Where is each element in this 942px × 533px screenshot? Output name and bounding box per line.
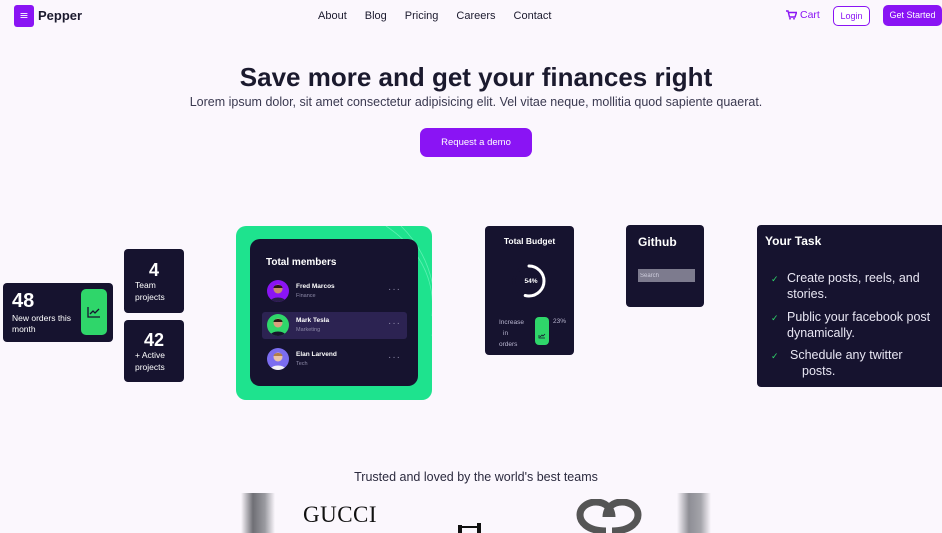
active-projects-label-1: + Active [135,350,166,360]
new-orders-card: 48 New orders this month [3,283,113,342]
members-card-frame: Total members Fred Marcos Finance ··· Ma… [236,226,432,400]
check-icon: ✓ [771,314,779,324]
github-search-input[interactable] [638,269,695,282]
menu-icon[interactable]: ≡ [14,5,34,27]
members-title: Total members [266,257,337,268]
member-name: Elan Larvend [296,351,337,358]
task-item-text: Public your facebook post dynamically. [787,309,930,341]
check-icon: ✓ [771,275,779,285]
get-started-button[interactable]: Get Started [883,5,942,26]
nav-links: About Blog Pricing Careers Contact [318,10,569,22]
team-projects-card: 4 Team projects [124,249,184,313]
check-icon: ✓ [771,352,779,362]
member-role: Tech [296,361,308,367]
member-row[interactable]: Fred Marcos Finance ··· [262,278,407,305]
task-item-line: Create posts, reels, and [787,271,920,285]
new-orders-value: 48 [12,290,35,312]
trusted-title: Trusted and loved by the world's best te… [354,470,598,484]
cart-link[interactable]: Cart [786,9,820,21]
request-demo-button[interactable]: Request a demo [420,128,532,157]
total-budget-card: Total Budget 54% Increase in orders 23% [485,226,574,355]
nav-link-blog[interactable]: Blog [365,10,387,22]
more-options-icon[interactable]: ··· [388,318,401,329]
login-button[interactable]: Login [833,6,870,26]
chanel-logo [576,499,642,533]
brand-logos: GUCCI [241,493,711,533]
task-title: Your Task [765,234,822,248]
trending-up-icon [535,317,549,345]
nav-link-pricing[interactable]: Pricing [405,10,439,22]
member-row[interactable]: Elan Larvend Tech ··· [262,346,407,373]
increase-orders-label: Increase in orders [499,317,533,350]
increase-label-line1: Increase [499,319,524,326]
hero-subtitle: Lorem ipsum dolor, sit amet consectetur … [189,95,763,109]
task-item-line: dynamically. [787,326,855,340]
cart-label: Cart [800,9,820,21]
task-item-text: Schedule any twitter posts. [790,347,903,379]
active-projects-card: 42 + Active projects [124,320,184,382]
member-name: Fred Marcos [296,283,335,290]
task-item-text: Create posts, reels, and stories. [787,270,920,302]
member-role: Finance [296,293,316,299]
more-options-icon[interactable]: ··· [388,352,401,363]
hero-title: Save more and get your finances right [239,62,713,92]
member-name: Mark Tesla [296,317,330,324]
increase-value: 23% [553,318,567,325]
member-role: Marketing [296,327,321,333]
nav-link-about[interactable]: About [318,10,347,22]
new-orders-label: New orders this month [12,313,72,334]
team-projects-label-1: Team [135,280,156,290]
avatar [267,280,289,302]
increase-label-line2: in [503,330,509,337]
logo-fade-left [241,493,275,533]
budget-percent: 54% [524,278,538,285]
brand-logo-partial [458,523,481,533]
member-row[interactable]: Mark Tesla Marketing ··· [262,312,407,339]
more-options-icon[interactable]: ··· [388,284,401,295]
team-projects-label-2: projects [135,292,165,302]
your-task-card: Your Task ✓ Create posts, reels, and sto… [757,225,942,387]
task-item-line: stories. [787,287,828,301]
avatar [267,348,289,370]
task-item-line: posts. [802,364,836,378]
active-projects-value: 42 [143,330,165,350]
top-nav: ≡ Pepper About Blog Pricing Careers Cont… [0,0,942,34]
github-card: Github [626,225,704,307]
logo-fade-right [677,493,711,533]
task-item-line: Schedule any twitter [790,348,903,362]
task-item-line: Public your facebook post [787,310,931,324]
brand-name[interactable]: Pepper [38,8,82,23]
members-card: Total members Fred Marcos Finance ··· Ma… [250,239,418,386]
team-projects-value: 4 [148,260,159,280]
nav-link-contact[interactable]: Contact [514,10,552,22]
budget-title: Total Budget [503,236,556,246]
cart-icon [786,10,797,20]
nav-link-careers[interactable]: Careers [456,10,495,22]
trending-up-icon [81,289,107,335]
gucci-logo: GUCCI [303,502,378,527]
active-projects-label-2: projects [135,362,165,372]
increase-label-line3: orders [499,341,518,348]
github-title: Github [638,235,677,249]
avatar [267,314,289,336]
